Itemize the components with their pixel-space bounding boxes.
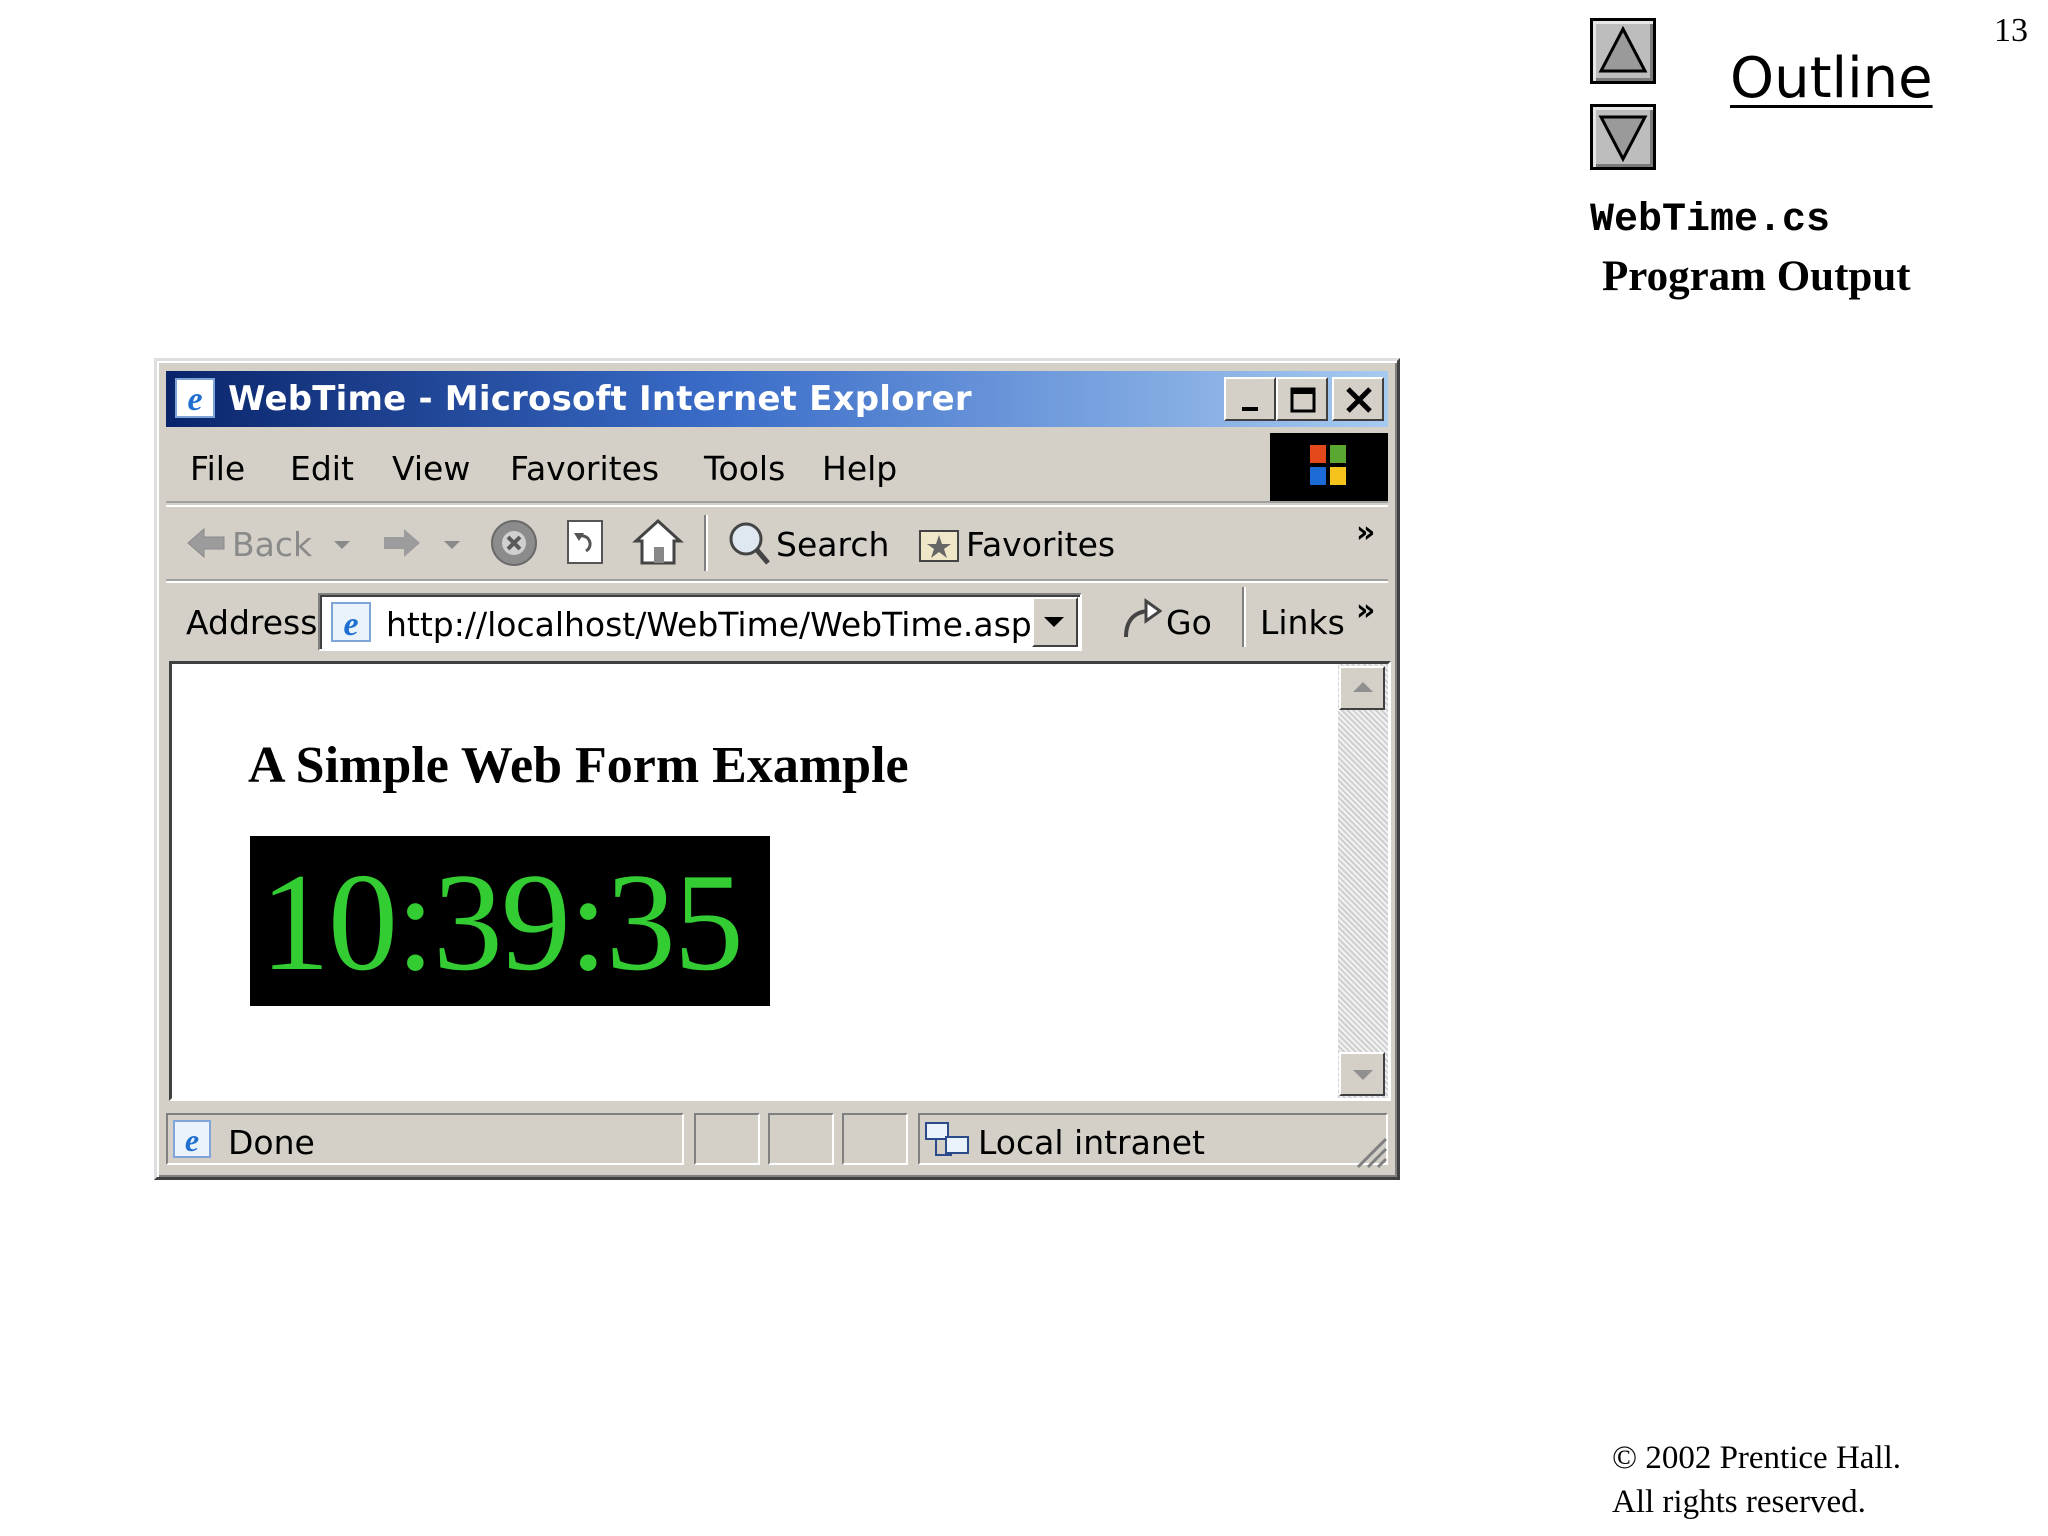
scroll-down-arrow-icon <box>1353 1070 1373 1080</box>
ie-logo-icon: e <box>175 378 215 418</box>
previous-slide-button[interactable] <box>1590 18 1656 84</box>
address-bar: Address e http://localhost/WebTime/WebTi… <box>166 581 1388 657</box>
time-display: 10:39:35 <box>250 836 770 1006</box>
status-text: Done <box>228 1123 315 1162</box>
status-pane <box>842 1113 908 1165</box>
network-zone-icon <box>925 1122 969 1156</box>
links-button[interactable]: Links <box>1260 603 1345 642</box>
page-icon: e <box>331 602 371 643</box>
forward-arrow-icon[interactable] <box>380 517 424 569</box>
copyright-notice: © 2002 Prentice Hall. All rights reserve… <box>1612 1436 1901 1524</box>
svg-text:e: e <box>187 381 202 418</box>
close-button[interactable] <box>1332 377 1384 421</box>
address-input[interactable]: e http://localhost/WebTime/WebTime.aspx <box>318 593 1082 651</box>
chevron-down-icon <box>1044 617 1064 627</box>
windows-logo <box>1270 433 1388 501</box>
window-title: WebTime - Microsoft Internet Explorer <box>228 379 972 419</box>
address-separator <box>1242 587 1246 647</box>
search-icon <box>729 522 770 565</box>
status-pane <box>768 1113 834 1165</box>
menu-bar: File Edit View Favorites Tools Help <box>166 431 1388 503</box>
search-label: Search <box>776 525 890 564</box>
outline-link[interactable]: Outline <box>1730 46 1933 111</box>
svg-text:e: e <box>185 1122 199 1158</box>
back-dropdown-icon[interactable] <box>332 535 352 555</box>
favorites-button[interactable]: Favorites <box>916 517 1136 569</box>
address-url: http://localhost/WebTime/WebTime.aspx <box>386 605 1052 644</box>
ie-page-icon: e <box>173 1120 211 1158</box>
toolbar-more-chevron[interactable]: » <box>1356 515 1375 550</box>
file-name-label: WebTime.cs <box>1590 198 1831 243</box>
refresh-icon[interactable] <box>562 517 610 569</box>
page-viewport: A Simple Web Form Example 10:39:35 <box>169 661 1391 1101</box>
time-value: 10:39:35 <box>260 845 744 1000</box>
menu-tools[interactable]: Tools <box>704 449 785 488</box>
scroll-up-button[interactable] <box>1339 666 1385 710</box>
windows-flag-icon <box>1310 445 1346 485</box>
triangle-down-icon <box>1598 115 1648 163</box>
go-arrow-icon <box>1124 598 1162 638</box>
go-button[interactable]: Go <box>1116 593 1226 651</box>
triangle-up-icon <box>1598 25 1648 73</box>
copyright-line: © 2002 Prentice Hall. <box>1612 1440 1902 1476</box>
slide-number: 13 <box>1994 12 2028 49</box>
back-button[interactable]: Back <box>184 517 312 569</box>
scroll-up-arrow-icon <box>1353 682 1373 692</box>
favorites-label: Favorites <box>966 525 1116 564</box>
menu-favorites[interactable]: Favorites <box>510 449 659 488</box>
search-button[interactable]: Search <box>726 517 896 569</box>
browser-window: e WebTime - Microsoft Internet Explorer … <box>154 358 1400 1180</box>
maximize-button[interactable] <box>1276 377 1328 421</box>
status-pane <box>694 1113 760 1165</box>
menu-edit[interactable]: Edit <box>290 449 354 488</box>
status-zone-pane: Local intranet <box>918 1113 1388 1165</box>
status-bar: e Done Local intranet <box>166 1109 1388 1171</box>
favorites-folder-icon <box>919 530 959 562</box>
home-icon[interactable] <box>632 517 684 569</box>
toolbar-separator <box>704 515 708 571</box>
resize-grip-icon[interactable] <box>1352 1133 1388 1169</box>
minimize-button[interactable] <box>1224 377 1276 421</box>
page-heading: A Simple Web Form Example <box>248 737 909 794</box>
program-output-label: Program Output <box>1602 253 1911 300</box>
menu-file[interactable]: File <box>190 449 245 488</box>
vertical-scrollbar[interactable] <box>1338 664 1388 1098</box>
address-dropdown-button[interactable] <box>1032 597 1078 647</box>
zone-text: Local intranet <box>978 1123 1205 1162</box>
minimize-icon <box>1242 407 1258 411</box>
maximize-icon <box>1290 387 1316 413</box>
back-label: Back <box>232 525 313 564</box>
forward-dropdown-icon[interactable] <box>442 535 462 555</box>
next-slide-button[interactable] <box>1590 104 1656 170</box>
scroll-down-button[interactable] <box>1339 1052 1385 1096</box>
address-label: Address <box>186 603 318 642</box>
menu-help[interactable]: Help <box>822 449 897 488</box>
title-bar[interactable]: e WebTime - Microsoft Internet Explorer <box>166 371 1388 427</box>
copyright-line: All rights reserved. <box>1612 1484 1866 1520</box>
svg-text:e: e <box>343 606 358 643</box>
stop-icon[interactable] <box>488 517 540 569</box>
go-label: Go <box>1166 603 1212 642</box>
menu-view[interactable]: View <box>392 449 470 488</box>
back-arrow-icon <box>187 527 225 559</box>
close-icon <box>1346 387 1372 413</box>
status-main-pane: e Done <box>166 1113 684 1165</box>
standard-toolbar: Back Search Favorites » <box>166 505 1388 581</box>
links-more-chevron[interactable]: » <box>1356 593 1375 628</box>
